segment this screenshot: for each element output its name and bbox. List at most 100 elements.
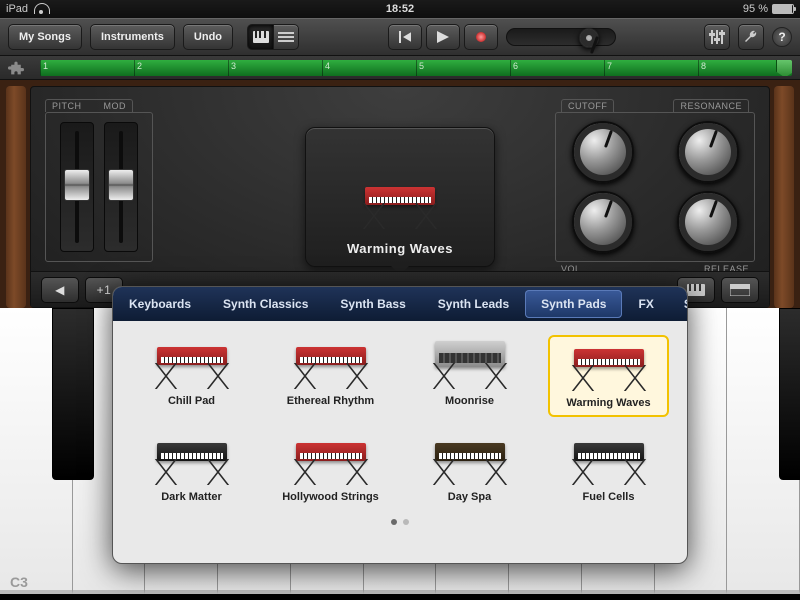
ruler-bar-number: 1 <box>43 61 48 71</box>
pitch-label: PITCH <box>52 101 82 111</box>
preset-cell[interactable]: Chill Pad <box>131 335 252 417</box>
pitch-mod-group: PITCH MOD <box>45 99 165 262</box>
octave-down-button[interactable]: ◀ <box>41 277 79 303</box>
battery-icon <box>772 4 794 14</box>
preset-tab[interactable]: FX <box>622 287 669 321</box>
page-dots <box>113 515 687 529</box>
play-icon <box>437 31 449 43</box>
preset-cell[interactable]: Moonrise <box>409 335 530 417</box>
page-dot[interactable] <box>391 519 397 525</box>
preset-label: Day Spa <box>448 491 491 503</box>
undo-button[interactable]: Undo <box>183 24 233 50</box>
resonance-label: RESONANCE <box>673 99 749 112</box>
keyboard-icon <box>435 437 505 485</box>
preset-keyboard-icon <box>365 181 435 229</box>
tracks-icon <box>278 31 294 43</box>
ruler-bar-number: 2 <box>137 61 142 71</box>
vol-knob[interactable] <box>572 191 634 253</box>
preset-label: Ethereal Rhythm <box>287 395 374 407</box>
page-dot[interactable] <box>403 519 409 525</box>
puzzle-icon <box>8 60 24 76</box>
preset-tab[interactable]: Synth Classics <box>207 287 324 321</box>
view-segment <box>247 24 299 50</box>
save-button[interactable]: Save <box>670 297 688 311</box>
black-key[interactable] <box>52 308 94 480</box>
transport <box>388 24 498 50</box>
view-instrument-button[interactable] <box>247 24 273 50</box>
settings-button[interactable] <box>738 24 764 50</box>
preset-label: Moonrise <box>445 395 494 407</box>
clock: 18:52 <box>386 3 414 15</box>
preset-tab[interactable]: Synth Bass <box>324 287 421 321</box>
arpeggiator-button[interactable] <box>721 277 759 303</box>
preset-label: Warming Waves <box>566 397 650 409</box>
instrument-area: PITCH MOD Warming Waves CUTOFF RESONANCE <box>0 80 800 308</box>
cutoff-label: CUTOFF <box>561 99 614 112</box>
preset-tab[interactable]: Synth Pads <box>525 290 622 318</box>
toolbar: My Songs Instruments Undo ? <box>0 18 800 56</box>
preset-cell[interactable]: Hollywood Strings <box>270 431 391 509</box>
octave-label: C3 <box>10 574 28 590</box>
status-bar: iPad 18:52 95 % <box>0 0 800 18</box>
play-button[interactable] <box>426 24 460 50</box>
ruler-bar-number: 6 <box>513 61 518 71</box>
keyboard-icon <box>157 341 227 389</box>
black-key[interactable] <box>779 308 800 480</box>
skip-back-icon <box>399 31 411 43</box>
mod-label: MOD <box>104 101 127 111</box>
scrubber[interactable] <box>506 28 616 46</box>
mixer-icon <box>709 30 725 44</box>
view-tracks-button[interactable] <box>273 24 299 50</box>
help-button[interactable]: ? <box>772 27 792 47</box>
ruler-bar: 12345678 <box>0 56 800 80</box>
knob-group: CUTOFF RESONANCE VOL RELEASE <box>555 99 755 276</box>
ruler-bar-number: 7 <box>607 61 612 71</box>
instruments-button[interactable]: Instruments <box>90 24 175 50</box>
preset-cell[interactable]: Fuel Cells <box>548 431 669 509</box>
battery-label: 95 % <box>743 3 768 15</box>
record-icon <box>476 32 486 42</box>
ruler-bar-number: 8 <box>701 61 706 71</box>
my-songs-button[interactable]: My Songs <box>8 24 82 50</box>
preset-label: Dark Matter <box>161 491 222 503</box>
preset-cell[interactable]: Warming Waves <box>548 335 669 417</box>
section-end-handle[interactable] <box>776 60 792 76</box>
release-knob[interactable] <box>677 191 739 253</box>
loop-browser-button[interactable] <box>0 56 32 80</box>
mod-wheel[interactable] <box>104 122 138 252</box>
ruler-bar-number: 4 <box>325 61 330 71</box>
pitch-wheel[interactable] <box>60 122 94 252</box>
piano-icon <box>253 31 269 43</box>
preset-tabs: KeyboardsSynth ClassicsSynth BassSynth L… <box>113 287 687 321</box>
keyboard-icon <box>574 437 644 485</box>
preset-popover: KeyboardsSynth ClassicsSynth BassSynth L… <box>112 286 688 564</box>
device-label: iPad <box>6 3 28 15</box>
wood-side-right <box>774 86 794 308</box>
timeline-ruler[interactable]: 12345678 <box>40 60 792 76</box>
synth-panel: PITCH MOD Warming Waves CUTOFF RESONANCE <box>30 86 770 308</box>
ruler-bar-number: 3 <box>231 61 236 71</box>
preset-label: Chill Pad <box>168 395 215 407</box>
preset-tab[interactable]: Keyboards <box>113 287 207 321</box>
preset-display[interactable]: Warming Waves <box>305 127 495 267</box>
keyboard-layout-icon <box>730 284 750 296</box>
preset-cell[interactable]: Dark Matter <box>131 431 252 509</box>
keyboard-icon <box>157 437 227 485</box>
mixer-button[interactable] <box>704 24 730 50</box>
wood-side-left <box>6 86 26 308</box>
scale-icon <box>687 284 705 296</box>
preset-label: Fuel Cells <box>583 491 635 503</box>
cutoff-knob[interactable] <box>572 121 634 183</box>
rewind-button[interactable] <box>388 24 422 50</box>
keyboard-icon <box>296 341 366 389</box>
preset-cell[interactable]: Day Spa <box>409 431 530 509</box>
wrench-icon <box>743 29 759 45</box>
resonance-knob[interactable] <box>677 121 739 183</box>
preset-grid: Chill Pad Ethereal Rhythm Moonrise Warming … <box>113 321 687 515</box>
record-button[interactable] <box>464 24 498 50</box>
preset-label: Hollywood Strings <box>282 491 379 503</box>
keyboard-icon <box>574 343 644 391</box>
wifi-icon <box>34 4 48 14</box>
preset-cell[interactable]: Ethereal Rhythm <box>270 335 391 417</box>
preset-tab[interactable]: Synth Leads <box>422 287 525 321</box>
